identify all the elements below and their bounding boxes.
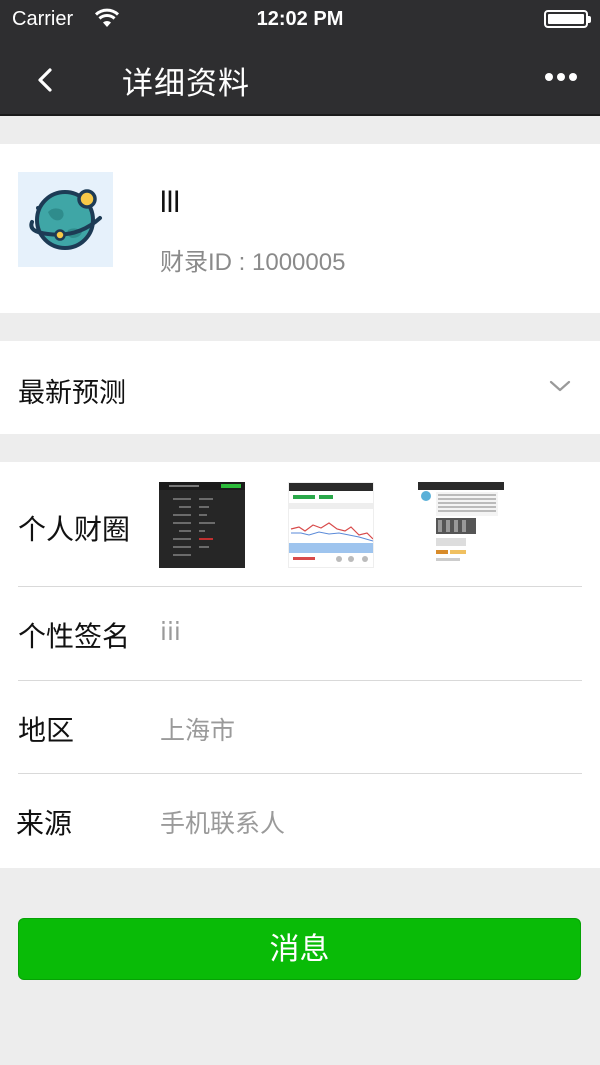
source-value: 手机联系人 [160,809,286,838]
page-title: 详细资料 [122,66,250,102]
status-bar: Carrier 12:02 PM [0,0,600,40]
profile-card: lll 财录ID : 1000005 [0,144,600,313]
avatar[interactable] [18,172,113,267]
info-card: 个人财圈 个性签名 iii 地区 上海市 来源 手机联系人 [0,462,600,868]
source-row: 来源 手机联系人 [16,774,582,868]
signature-row: 个性签名 iii [18,587,582,680]
latest-forecast-row[interactable]: 最新预测 [0,341,600,434]
personal-circle-label: 个人财圈 [18,513,131,546]
battery-icon [544,10,591,28]
latest-forecast-label: 最新预测 [18,378,126,409]
message-button[interactable]: 消息 [18,918,581,980]
signature-label: 个性签名 [18,620,131,653]
region-label: 地区 [18,714,75,747]
circle-thumbnail-1[interactable] [159,482,245,568]
region-row: 地区 上海市 [18,681,582,773]
profile-id: 财录ID : 1000005 [160,249,346,276]
circle-thumbnail-3[interactable] [418,482,504,568]
chevron-down-icon [549,380,571,392]
profile-name: lll [160,186,180,219]
circle-thumbnail-2[interactable] [288,482,374,568]
navigation-bar: 详细资料 [0,40,600,116]
region-value: 上海市 [160,716,236,745]
back-icon[interactable] [28,62,64,98]
signature-value: iii [160,617,181,646]
more-icon[interactable] [544,66,578,88]
planet-avatar-icon [29,189,102,250]
clock: 12:02 PM [256,8,344,30]
source-label: 来源 [16,807,73,840]
